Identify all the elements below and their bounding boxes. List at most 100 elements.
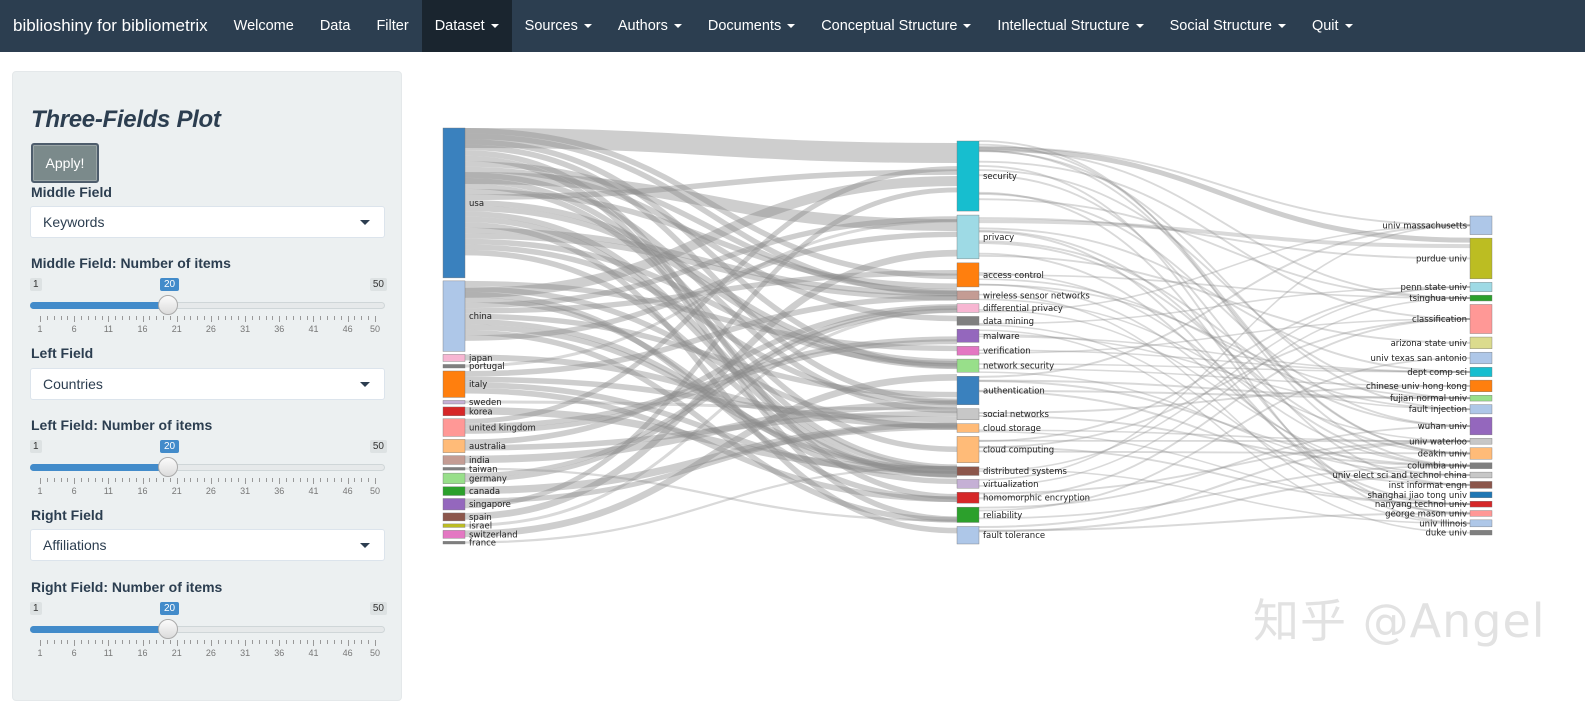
slider-tick	[197, 478, 199, 482]
sankey-node-label: malware	[983, 332, 1020, 342]
slider-tick	[163, 640, 165, 644]
nav-item-sources[interactable]: Sources	[512, 0, 605, 52]
sankey-node-right[interactable]	[1469, 462, 1493, 469]
nav-item-dataset[interactable]: Dataset	[421, 0, 512, 52]
sankey-node-middle[interactable]	[956, 466, 980, 476]
sankey-node-right[interactable]	[1469, 351, 1493, 365]
slider-tick-label: 1	[37, 648, 43, 658]
sankey-node-right[interactable]	[1469, 519, 1493, 528]
slider-handle[interactable]	[158, 457, 178, 477]
slider-tick	[245, 640, 247, 646]
slider-tick	[265, 640, 267, 644]
sankey-node-middle[interactable]	[956, 408, 980, 420]
sankey-node-middle[interactable]	[956, 436, 980, 463]
nav-item-intellectual-structure[interactable]: Intellectual Structure	[984, 0, 1156, 52]
sankey-node-right[interactable]	[1469, 395, 1493, 402]
nav-item-data[interactable]: Data	[307, 0, 364, 52]
sankey-node-left[interactable]	[442, 486, 466, 496]
sankey-node-right[interactable]	[1469, 530, 1493, 536]
sankey-node-left[interactable]	[442, 541, 466, 545]
sankey-node-right[interactable]	[1469, 336, 1493, 349]
slider-tick-label: 11	[103, 648, 114, 658]
sankey-node-right[interactable]	[1469, 481, 1493, 489]
slider-handle[interactable]	[158, 619, 178, 639]
sankey-node-left[interactable]	[442, 472, 466, 484]
sankey-node-label: purdue univ	[1416, 254, 1467, 264]
sankey-node-right[interactable]	[1469, 471, 1493, 479]
sankey-node-right[interactable]	[1469, 304, 1493, 334]
slider-tick	[286, 478, 288, 482]
sankey-node-middle[interactable]	[956, 140, 980, 212]
nav-item-label: Filter	[376, 18, 409, 34]
sankey-node-middle[interactable]	[956, 262, 980, 288]
nav-item-documents[interactable]: Documents	[695, 0, 808, 52]
sankey-node-left[interactable]	[442, 523, 466, 528]
sankey-node-middle[interactable]	[956, 329, 980, 343]
sankey-node-left[interactable]	[442, 455, 466, 465]
sankey-node-middle[interactable]	[956, 316, 980, 326]
sankey-node-right[interactable]	[1469, 417, 1493, 436]
sankey-node-right[interactable]	[1469, 447, 1493, 460]
nav-item-label: Sources	[524, 18, 578, 34]
sankey-node-middle[interactable]	[956, 526, 980, 545]
sankey-node-middle[interactable]	[956, 492, 980, 504]
nav-item-label: Intellectual Structure	[997, 18, 1130, 34]
sankey-node-right[interactable]	[1469, 438, 1493, 445]
nav-item-quit[interactable]: Quit	[1299, 0, 1366, 52]
sankey-node-left[interactable]	[442, 370, 466, 398]
sankey-node-left[interactable]	[442, 127, 466, 279]
left-field-select[interactable]: Countries	[30, 368, 385, 400]
sankey-node-right[interactable]	[1469, 501, 1493, 508]
slider-tick	[279, 478, 281, 484]
sankey-node-right[interactable]	[1469, 491, 1493, 498]
sankey-node-left[interactable]	[442, 498, 466, 511]
slider-tick	[108, 316, 110, 322]
sankey-node-right[interactable]	[1469, 215, 1493, 235]
sankey-node-middle[interactable]	[956, 479, 980, 489]
slider-tick	[245, 478, 247, 484]
sankey-node-left[interactable]	[442, 400, 466, 405]
sankey-node-left[interactable]	[442, 512, 466, 522]
slider-tick	[67, 316, 69, 320]
sankey-node-right[interactable]	[1469, 510, 1493, 517]
slider-handle[interactable]	[158, 295, 178, 315]
nav-item-social-structure[interactable]: Social Structure	[1157, 0, 1299, 52]
nav-item-conceptual-structure[interactable]: Conceptual Structure	[808, 0, 984, 52]
sankey-node-label: china	[469, 312, 492, 322]
nav-item-label: Documents	[707, 18, 782, 34]
sankey-node-left[interactable]	[442, 467, 466, 471]
sankey-node-right[interactable]	[1469, 379, 1493, 392]
left-items-slider[interactable]: 1 50 20 1 6 11 16 21 26 31 36 41 46 50	[30, 440, 387, 500]
sankey-node-left[interactable]	[442, 354, 466, 362]
sankey-node-middle[interactable]	[956, 214, 980, 260]
right-field-select[interactable]: Affiliations	[30, 529, 385, 561]
sankey-node-middle[interactable]	[956, 358, 980, 373]
nav-item-filter[interactable]: Filter	[363, 0, 421, 52]
sankey-node-middle[interactable]	[956, 303, 980, 313]
right-items-slider[interactable]: 1 50 20 1 6 11 16 21 26 31 36 41 46 50	[30, 602, 387, 662]
nav-item-authors[interactable]: Authors	[605, 0, 695, 52]
app-brand[interactable]: biblioshiny for bibliometrix	[0, 16, 221, 36]
sankey-node-left[interactable]	[442, 418, 466, 437]
sankey-node-right[interactable]	[1469, 294, 1493, 302]
middle-field-select[interactable]: Keywords	[30, 206, 385, 238]
sankey-node-right[interactable]	[1469, 237, 1493, 280]
sankey-node-right[interactable]	[1469, 404, 1493, 415]
sankey-node-middle[interactable]	[956, 506, 980, 523]
sankey-node-middle[interactable]	[956, 423, 980, 433]
nav-item-welcome[interactable]: Welcome	[221, 0, 307, 52]
middle-items-slider[interactable]: 1 50 20 1 6 11 16 21 26 31 36 41 46 50	[30, 278, 387, 338]
sankey-node-middle[interactable]	[956, 290, 980, 300]
right-field-label: Right Field	[31, 507, 104, 523]
sankey-node-left[interactable]	[442, 439, 466, 453]
sankey-node-left[interactable]	[442, 530, 466, 539]
sankey-node-right[interactable]	[1469, 367, 1493, 377]
sankey-node-left[interactable]	[442, 406, 466, 416]
sankey-node-left[interactable]	[442, 364, 466, 369]
sankey-node-left[interactable]	[442, 280, 466, 352]
sankey-node-middle[interactable]	[956, 346, 980, 356]
sankey-node-right[interactable]	[1469, 282, 1493, 292]
slider-tick	[238, 316, 240, 320]
sankey-node-middle[interactable]	[956, 376, 980, 405]
apply-button[interactable]: Apply!	[31, 143, 99, 183]
